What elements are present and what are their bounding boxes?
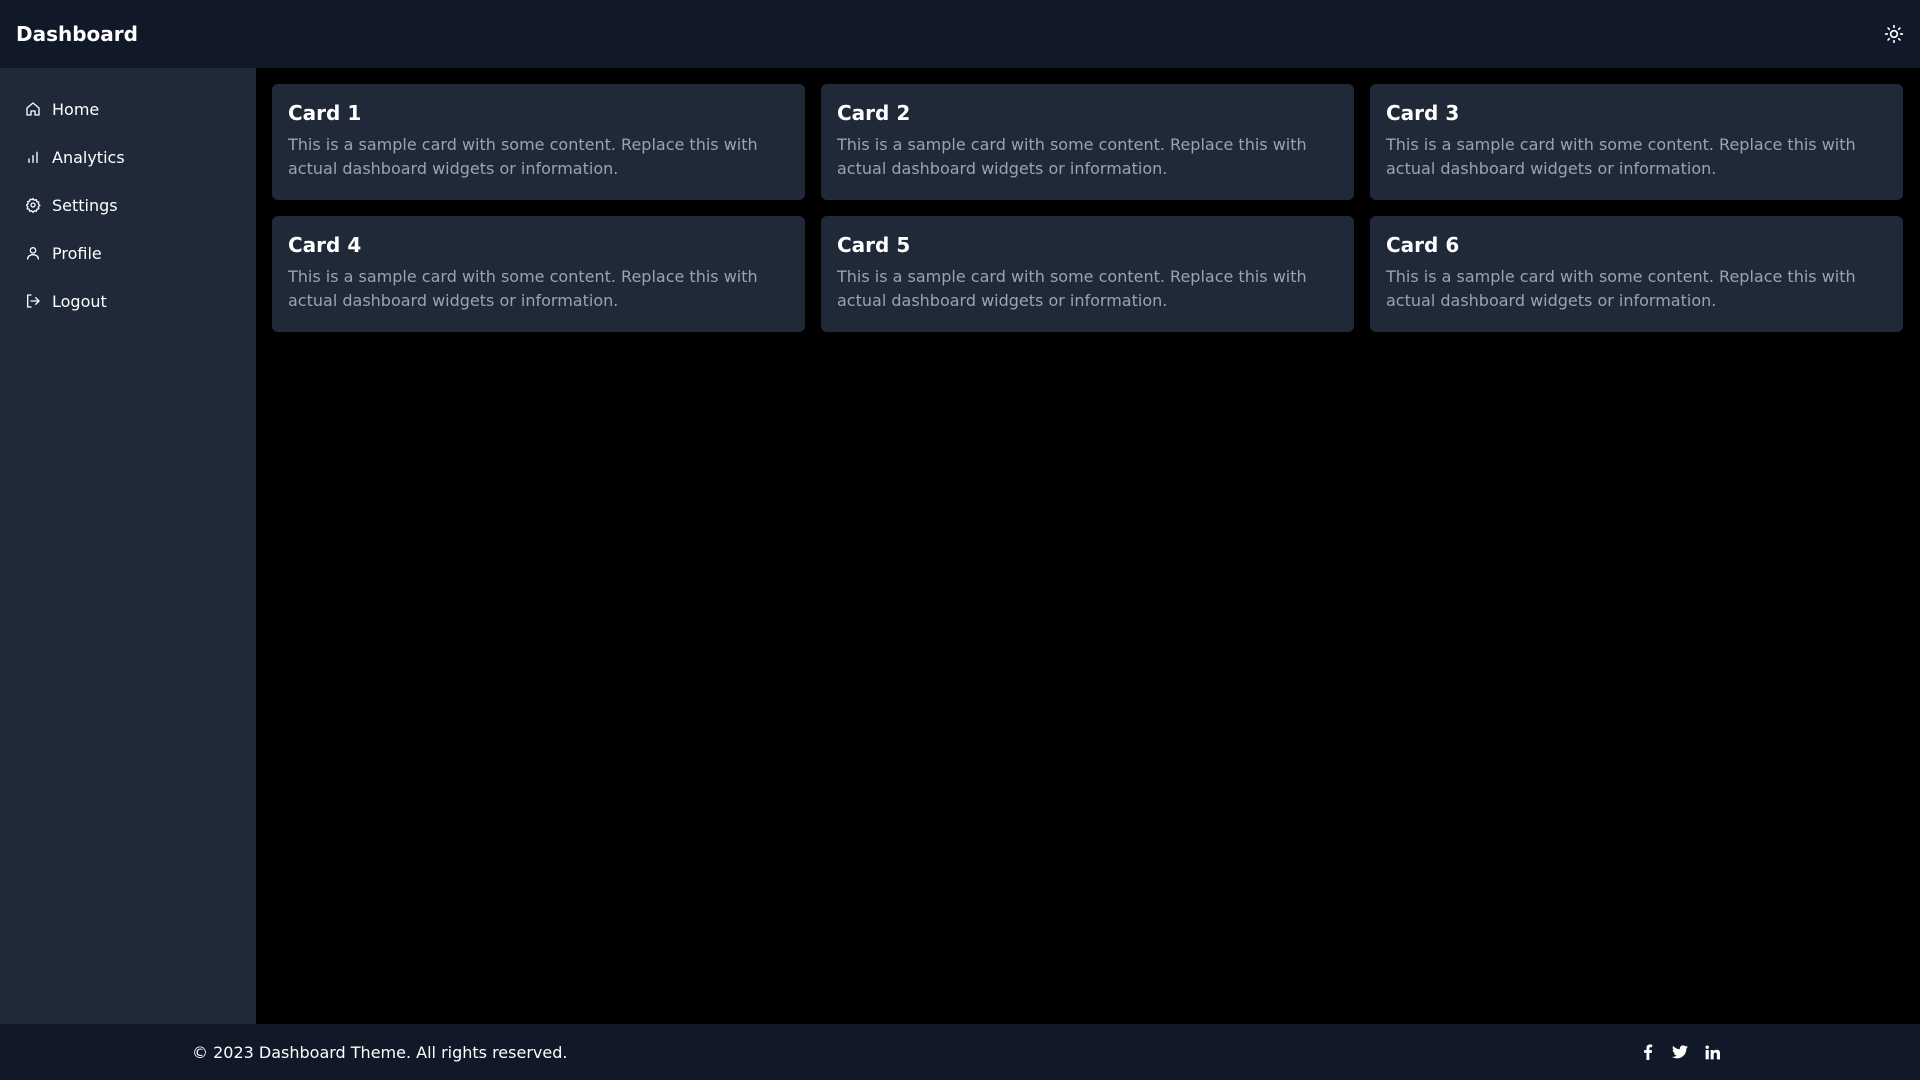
card-body: This is a sample card with some content.… <box>837 267 1307 310</box>
card-title: Card 2 <box>837 101 911 125</box>
sidebar-item-label: Logout <box>52 291 107 311</box>
main-content: Card 1 This is a sample card with some c… <box>256 68 1920 1024</box>
card-title: Card 1 <box>288 101 362 125</box>
dashboard-card: Card 1 This is a sample card with some c… <box>272 84 805 200</box>
card-title: Card 4 <box>288 233 362 257</box>
card-body: This is a sample card with some content.… <box>288 267 758 310</box>
theme-toggle-button[interactable] <box>1878 18 1910 50</box>
dashboard-card: Card 2 This is a sample card with some c… <box>821 84 1354 200</box>
sidebar-item-label: Settings <box>52 195 118 215</box>
copyright-text: © 2023 Dashboard Theme. All rights reser… <box>192 1042 568 1062</box>
sidebar-item-settings[interactable]: Settings <box>0 181 256 229</box>
card-title: Card 5 <box>837 233 911 257</box>
top-header: Dashboard <box>0 0 1920 68</box>
dashboard-card: Card 3 This is a sample card with some c… <box>1370 84 1903 200</box>
sidebar-item-home[interactable]: Home <box>0 85 256 133</box>
card-body: This is a sample card with some content.… <box>1386 267 1856 310</box>
user-icon <box>25 245 41 261</box>
gear-icon <box>25 197 41 213</box>
app-title: Dashboard <box>16 22 138 46</box>
sidebar: Home Analytics Settings Profile Logout <box>0 68 256 1024</box>
dashboard-card: Card 5 This is a sample card with some c… <box>821 216 1354 332</box>
sidebar-item-logout[interactable]: Logout <box>0 277 256 325</box>
linkedin-icon[interactable] <box>1704 1044 1720 1060</box>
card-body: This is a sample card with some content.… <box>1386 135 1856 178</box>
facebook-icon[interactable] <box>1640 1044 1656 1060</box>
dashboard-card: Card 6 This is a sample card with some c… <box>1370 216 1903 332</box>
twitter-icon[interactable] <box>1672 1044 1688 1060</box>
card-title: Card 6 <box>1386 233 1460 257</box>
sidebar-item-label: Analytics <box>52 147 125 167</box>
card-body: This is a sample card with some content.… <box>837 135 1307 178</box>
card-title: Card 3 <box>1386 101 1460 125</box>
sun-icon <box>1884 24 1904 44</box>
sidebar-item-label: Profile <box>52 243 102 263</box>
sidebar-item-analytics[interactable]: Analytics <box>0 133 256 181</box>
logout-icon <box>25 293 41 309</box>
home-icon <box>25 101 41 117</box>
bar-chart-icon <box>25 149 41 165</box>
sidebar-item-label: Home <box>52 99 100 119</box>
card-grid: Card 1 This is a sample card with some c… <box>272 84 1904 332</box>
dashboard-card: Card 4 This is a sample card with some c… <box>272 216 805 332</box>
sidebar-item-profile[interactable]: Profile <box>0 229 256 277</box>
footer: © 2023 Dashboard Theme. All rights reser… <box>0 1024 1920 1080</box>
card-body: This is a sample card with some content.… <box>288 135 758 178</box>
social-links <box>1640 1044 1720 1060</box>
